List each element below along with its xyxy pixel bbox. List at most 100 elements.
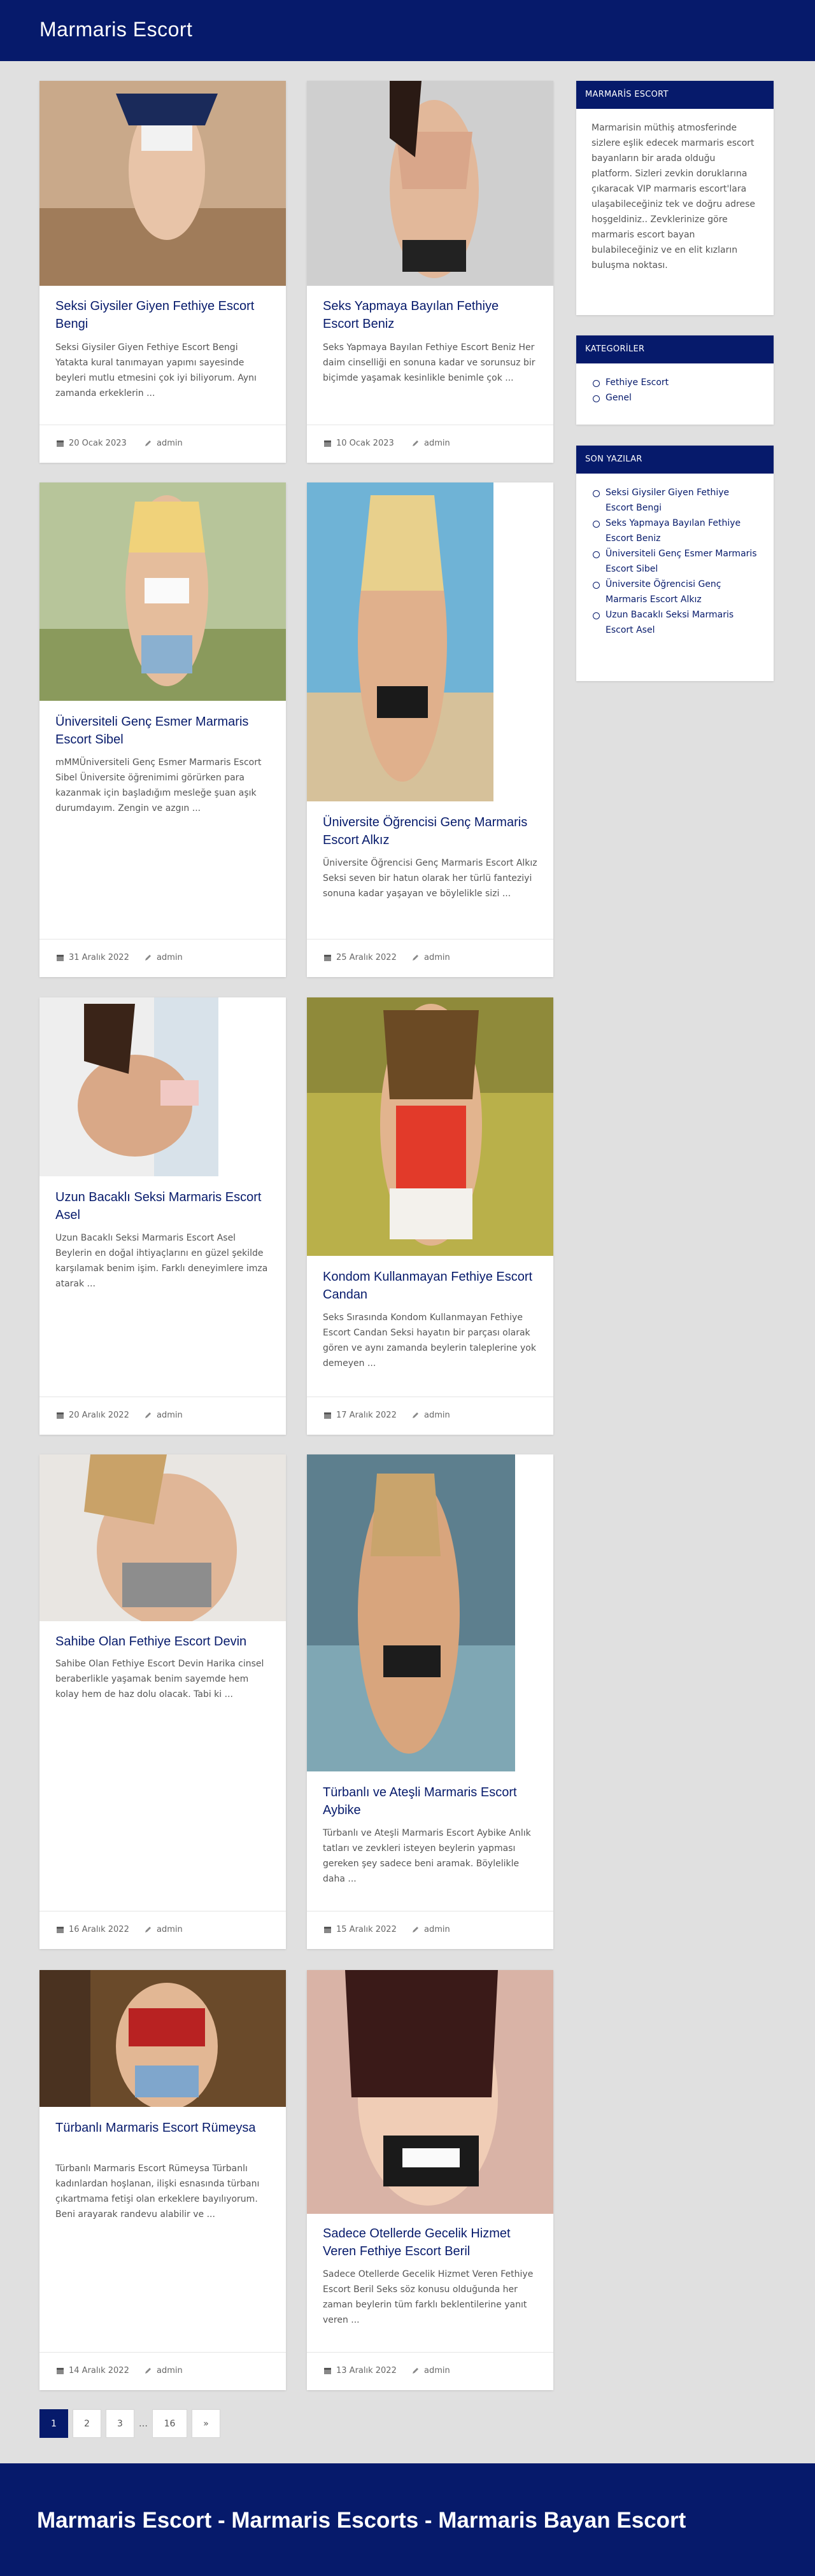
calendar-icon — [324, 955, 331, 961]
category-item[interactable]: Genel — [592, 390, 758, 405]
post-title[interactable]: Seksi Giysiler Giyen Fethiye Escort Beng… — [55, 297, 270, 333]
pencil-icon — [413, 440, 418, 446]
post-date[interactable]: 16 Aralık 2022 — [69, 1925, 129, 1934]
page-3[interactable]: 3 — [106, 2409, 134, 2438]
post-author[interactable]: admin — [424, 2366, 450, 2375]
post-author[interactable]: admin — [157, 1925, 183, 1934]
post-date[interactable]: 13 Aralık 2022 — [336, 2366, 397, 2375]
post-excerpt: Seks Sırasında Kondom Kullanmayan Fethiy… — [323, 1313, 536, 1369]
site-title[interactable]: Marmaris Escort — [39, 18, 192, 41]
post-date[interactable]: 14 Aralık 2022 — [69, 2366, 129, 2375]
post-thumbnail[interactable] — [307, 1970, 553, 2214]
post-card: Seks Yapmaya Bayılan Fethiye Escort Beni… — [307, 81, 553, 463]
recent-post-item[interactable]: Uzun Bacaklı Seksi Marmaris Escort Asel — [592, 607, 758, 638]
post-thumbnail[interactable] — [39, 1970, 286, 2107]
post-excerpt: Sadece Otellerde Gecelik Hizmet Veren Fe… — [323, 2269, 534, 2325]
post-card: Üniversiteli Genç Esmer Marmaris Escort … — [39, 482, 286, 977]
post-title[interactable]: Türbanlı ve Ateşli Marmaris Escort Aybik… — [323, 1784, 537, 1819]
post-meta: 15 Aralık 2022 admin — [307, 1911, 553, 1949]
pencil-icon — [145, 2368, 151, 2374]
post-thumbnail[interactable] — [307, 482, 493, 801]
post-title[interactable]: Kondom Kullanmayan Fethiye Escort Candan — [323, 1268, 537, 1304]
post-excerpt: mMMÜniversiteli Genç Esmer Marmaris Esco… — [55, 757, 262, 813]
post-card: Türbanlı ve Ateşli Marmaris Escort Aybik… — [307, 1454, 553, 1949]
post-author[interactable]: admin — [424, 439, 450, 448]
recent-post-item[interactable]: Üniversite Öğrencisi Genç Marmaris Escor… — [592, 577, 758, 607]
post-title[interactable]: Üniversite Öğrencisi Genç Marmaris Escor… — [323, 813, 537, 849]
post-title[interactable]: Uzun Bacaklı Seksi Marmaris Escort Asel — [55, 1188, 270, 1224]
post-title[interactable]: Seks Yapmaya Bayılan Fethiye Escort Beni… — [323, 297, 537, 333]
pencil-icon — [413, 1412, 418, 1418]
widget-heading: MARMARİS ESCORT — [576, 81, 774, 109]
post-thumbnail[interactable] — [39, 997, 218, 1176]
post-excerpt: Seksi Giysiler Giyen Fethiye Escort Beng… — [55, 342, 257, 398]
post-card: Kondom Kullanmayan Fethiye Escort Candan… — [307, 997, 553, 1435]
recent-posts-list: Seksi Giysiler Giyen Fethiye Escort Beng… — [592, 485, 758, 638]
post-thumbnail[interactable] — [39, 482, 286, 701]
post-title[interactable]: Türbanlı Marmaris Escort Rümeysa — [55, 2119, 270, 2137]
pencil-icon — [413, 955, 418, 961]
calendar-icon — [57, 955, 64, 961]
recent-post-item[interactable]: Üniversiteli Genç Esmer Marmaris Escort … — [592, 546, 758, 577]
recent-post-item[interactable]: Seks Yapmaya Bayılan Fethiye Escort Beni… — [592, 516, 758, 546]
page-ellipsis: … — [139, 2418, 148, 2429]
post-thumbnail[interactable] — [307, 997, 553, 1256]
category-item[interactable]: Fethiye Escort — [592, 375, 758, 390]
site-header: Marmaris Escort — [0, 0, 815, 61]
next-page-button[interactable]: » — [192, 2409, 220, 2438]
post-author[interactable]: admin — [157, 439, 183, 448]
about-widget: MARMARİS ESCORT Marmarisin müthiş atmosf… — [576, 81, 774, 315]
post-title[interactable]: Sahibe Olan Fethiye Escort Devin — [55, 1633, 270, 1650]
post-meta: 16 Aralık 2022 admin — [39, 1911, 286, 1949]
post-meta: 10 Ocak 2023 admin — [307, 425, 553, 463]
post-date[interactable]: 20 Aralık 2022 — [69, 1411, 129, 1420]
page-2[interactable]: 2 — [73, 2409, 101, 2438]
footer-text: Marmaris Escort - Marmaris Escorts - Mar… — [37, 2508, 686, 2533]
recent-post-item[interactable]: Seksi Giysiler Giyen Fethiye Escort Beng… — [592, 485, 758, 516]
pagination: 1 2 3 … 16 » — [39, 2409, 220, 2438]
recent-posts-widget: SON YAZILAR Seksi Giysiler Giyen Fethiye… — [576, 446, 774, 681]
post-date[interactable]: 17 Aralık 2022 — [336, 1411, 397, 1420]
post-date[interactable]: 10 Ocak 2023 — [336, 439, 394, 448]
calendar-icon — [324, 1927, 331, 1933]
calendar-icon — [324, 2368, 331, 2374]
post-author[interactable]: admin — [424, 1925, 450, 1934]
post-date[interactable]: 31 Aralık 2022 — [69, 953, 129, 962]
post-excerpt: Türbanlı Marmaris Escort Rümeysa Türbanl… — [55, 2164, 260, 2220]
post-author[interactable]: admin — [157, 1411, 183, 1420]
post-excerpt: Üniversite Öğrencisi Genç Marmaris Escor… — [323, 858, 537, 899]
post-meta: 13 Aralık 2022 admin — [307, 2352, 553, 2390]
post-thumbnail[interactable] — [307, 1454, 515, 1771]
post-meta: 17 Aralık 2022 admin — [307, 1397, 553, 1435]
post-meta: 20 Ocak 2023 admin — [39, 425, 286, 463]
pencil-icon — [145, 1927, 151, 1932]
post-thumbnail[interactable] — [39, 1454, 286, 1621]
post-meta: 20 Aralık 2022 admin — [39, 1397, 286, 1435]
post-author[interactable]: admin — [157, 953, 183, 962]
post-meta: 14 Aralık 2022 admin — [39, 2352, 286, 2390]
about-text: Marmarisin müthiş atmosferinde sizlere e… — [592, 123, 756, 271]
post-author[interactable]: admin — [157, 2366, 183, 2375]
post-date[interactable]: 15 Aralık 2022 — [336, 1925, 397, 1934]
post-thumbnail[interactable] — [307, 81, 553, 286]
calendar-icon — [57, 1927, 64, 1933]
categories-widget: KATEGORİLER Fethiye Escort Genel — [576, 335, 774, 425]
post-author[interactable]: admin — [424, 1411, 450, 1420]
post-card: Sadece Otellerde Gecelik Hizmet Veren Fe… — [307, 1970, 553, 2390]
page-16[interactable]: 16 — [152, 2409, 187, 2438]
post-card: Türbanlı Marmaris Escort Rümeysa Türbanl… — [39, 1970, 286, 2390]
widget-heading: KATEGORİLER — [576, 335, 774, 363]
post-date[interactable]: 20 Ocak 2023 — [69, 439, 127, 448]
pencil-icon — [145, 440, 151, 446]
post-title[interactable]: Sadece Otellerde Gecelik Hizmet Veren Fe… — [323, 2225, 537, 2260]
calendar-icon — [57, 2368, 64, 2374]
post-author[interactable]: admin — [424, 953, 450, 962]
pencil-icon — [413, 1927, 418, 1932]
post-thumbnail[interactable] — [39, 81, 286, 286]
post-title[interactable]: Üniversiteli Genç Esmer Marmaris Escort … — [55, 713, 270, 749]
post-excerpt: Türbanlı ve Ateşli Marmaris Escort Aybik… — [323, 1828, 531, 1884]
post-date[interactable]: 25 Aralık 2022 — [336, 953, 397, 962]
page-1[interactable]: 1 — [39, 2409, 68, 2438]
calendar-icon — [324, 440, 331, 447]
widget-heading: SON YAZILAR — [576, 446, 774, 474]
